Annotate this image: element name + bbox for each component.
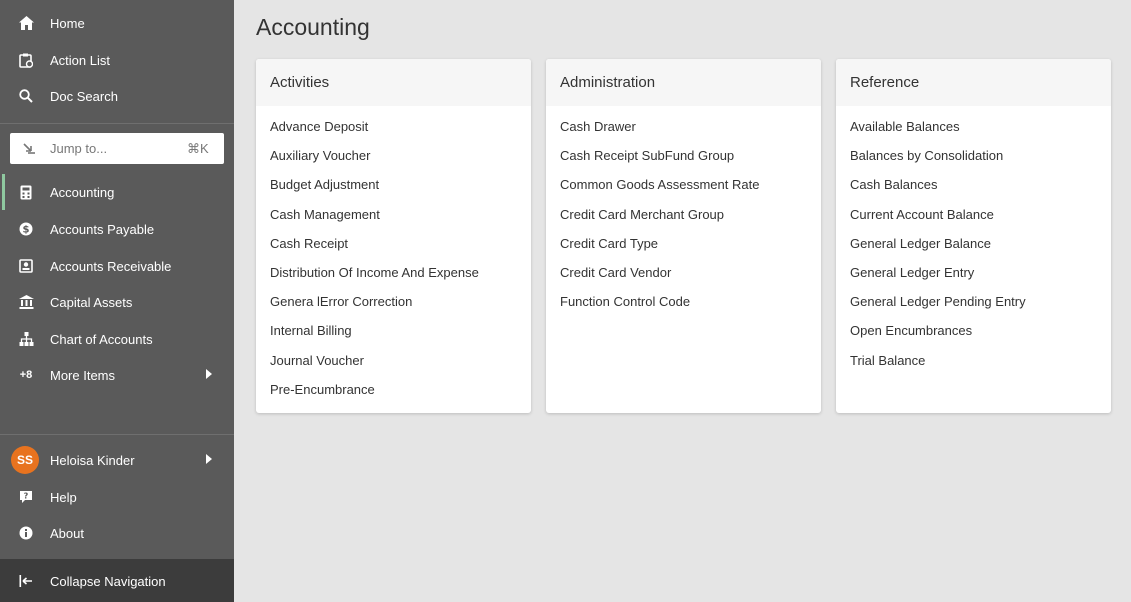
clipboard-icon	[17, 51, 35, 69]
nav-about[interactable]: About	[0, 515, 234, 551]
nav-home[interactable]: Home	[0, 5, 234, 41]
nav-capital-assets-label: Capital Assets	[50, 294, 133, 310]
nav-doc-search[interactable]: Doc Search	[0, 78, 234, 114]
nav-help[interactable]: ? Help	[0, 479, 234, 515]
sidebar-divider-bottom	[0, 434, 234, 435]
link-item[interactable]: Cash Receipt	[270, 236, 479, 265]
nav-help-label: Help	[50, 489, 77, 505]
nav-accounts-payable[interactable]: $ Accounts Payable	[0, 211, 234, 247]
help-icon: ?	[17, 488, 35, 506]
card-activities: Activities Advance Deposit Auxiliary Vou…	[256, 59, 531, 413]
sidebar-divider	[0, 123, 234, 124]
link-item[interactable]: Common Goods Assessment Rate	[560, 177, 759, 206]
link-list: Available Balances Balances by Consolida…	[850, 119, 1026, 382]
jump-to-input[interactable]: Jump to... ⌘K	[10, 133, 224, 164]
svg-text:?: ?	[24, 492, 29, 501]
collapse-navigation-button[interactable]: Collapse Navigation	[0, 563, 234, 599]
card-reference: Reference Available Balances Balances by…	[836, 59, 1111, 413]
info-icon	[17, 524, 35, 542]
avatar: SS	[11, 446, 39, 474]
link-item[interactable]: Credit Card Merchant Group	[560, 207, 759, 236]
nav-more-items[interactable]: +8 More Items	[0, 357, 234, 393]
link-item[interactable]: Credit Card Vendor	[560, 265, 759, 294]
nav-accounts-payable-label: Accounts Payable	[50, 221, 155, 237]
chevron-right-icon	[205, 366, 213, 384]
link-item[interactable]: Internal Billing	[270, 323, 479, 352]
receipt-icon	[17, 257, 35, 275]
nav-capital-assets[interactable]: Capital Assets	[0, 284, 234, 320]
link-item[interactable]: Cash Balances	[850, 177, 1026, 206]
link-item[interactable]: Pre-Encumbrance	[270, 382, 479, 411]
link-item[interactable]: Function Control Code	[560, 294, 759, 323]
link-item[interactable]: Distribution Of Income And Expense	[270, 265, 479, 294]
nav-action-list[interactable]: Action List	[0, 42, 234, 78]
link-item[interactable]: Cash Drawer	[560, 119, 759, 148]
svg-text:$: $	[23, 225, 30, 236]
nav-accounting[interactable]: Accounting	[0, 174, 234, 210]
chevron-right-icon	[205, 451, 213, 469]
card-title: Activities	[270, 74, 330, 91]
nav-doc-search-label: Doc Search	[50, 88, 118, 104]
nav-chart-of-accounts-label: Chart of Accounts	[50, 331, 153, 347]
link-item[interactable]: Journal Voucher	[270, 353, 479, 382]
card-title: Reference	[850, 74, 920, 91]
nav-accounts-receivable[interactable]: Accounts Receivable	[0, 248, 234, 284]
link-item[interactable]: General Ledger Pending Entry	[850, 294, 1026, 323]
more-items-badge: +8	[19, 369, 33, 381]
link-item[interactable]: Current Account Balance	[850, 207, 1026, 236]
org-chart-icon	[17, 330, 35, 348]
link-item[interactable]: Open Encumbrances	[850, 323, 1026, 352]
nav-accounts-receivable-label: Accounts Receivable	[50, 258, 172, 274]
search-icon	[17, 87, 35, 105]
link-item[interactable]: Genera lError Correction	[270, 294, 479, 323]
link-item[interactable]: Trial Balance	[850, 353, 1026, 382]
home-icon	[17, 14, 35, 32]
link-item[interactable]: Cash Receipt SubFund Group	[560, 148, 759, 177]
jump-to-shortcut: ⌘K	[187, 140, 209, 156]
card-title: Administration	[560, 74, 656, 91]
nav-more-items-label: More Items	[50, 367, 116, 383]
nav-chart-of-accounts[interactable]: Chart of Accounts	[0, 321, 234, 357]
bank-icon	[17, 293, 35, 311]
nav-home-label: Home	[50, 15, 85, 31]
money-circle-icon: $	[17, 220, 35, 238]
calculator-icon	[17, 183, 35, 201]
link-item[interactable]: Balances by Consolidation	[850, 148, 1026, 177]
jump-icon	[22, 141, 37, 156]
nav-about-label: About	[50, 525, 84, 541]
jump-to-placeholder: Jump to...	[50, 141, 108, 156]
user-name: Heloisa Kinder	[50, 452, 135, 468]
link-item[interactable]: Advance Deposit	[270, 119, 479, 148]
page-title: Accounting	[256, 14, 370, 40]
link-list: Advance Deposit Auxiliary Voucher Budget…	[270, 119, 479, 411]
card-administration: Administration Cash Drawer Cash Receipt …	[546, 59, 821, 413]
link-item[interactable]: Credit Card Type	[560, 236, 759, 265]
nav-action-list-label: Action List	[50, 52, 110, 68]
link-list: Cash Drawer Cash Receipt SubFund Group C…	[560, 119, 759, 323]
link-item[interactable]: General Ledger Entry	[850, 265, 1026, 294]
link-item[interactable]: Available Balances	[850, 119, 1026, 148]
link-item[interactable]: Budget Adjustment	[270, 177, 479, 206]
link-item[interactable]: Cash Management	[270, 207, 479, 236]
user-menu[interactable]: SS Heloisa Kinder	[0, 442, 234, 478]
link-item[interactable]: Auxiliary Voucher	[270, 148, 479, 177]
nav-accounting-label: Accounting	[50, 184, 115, 200]
sidebar: Home Action List Doc Search Jump to... ⌘…	[0, 0, 234, 602]
collapse-left-icon	[17, 572, 35, 590]
collapse-navigation-label: Collapse Navigation	[50, 573, 166, 589]
link-item[interactable]: General Ledger Balance	[850, 236, 1026, 265]
